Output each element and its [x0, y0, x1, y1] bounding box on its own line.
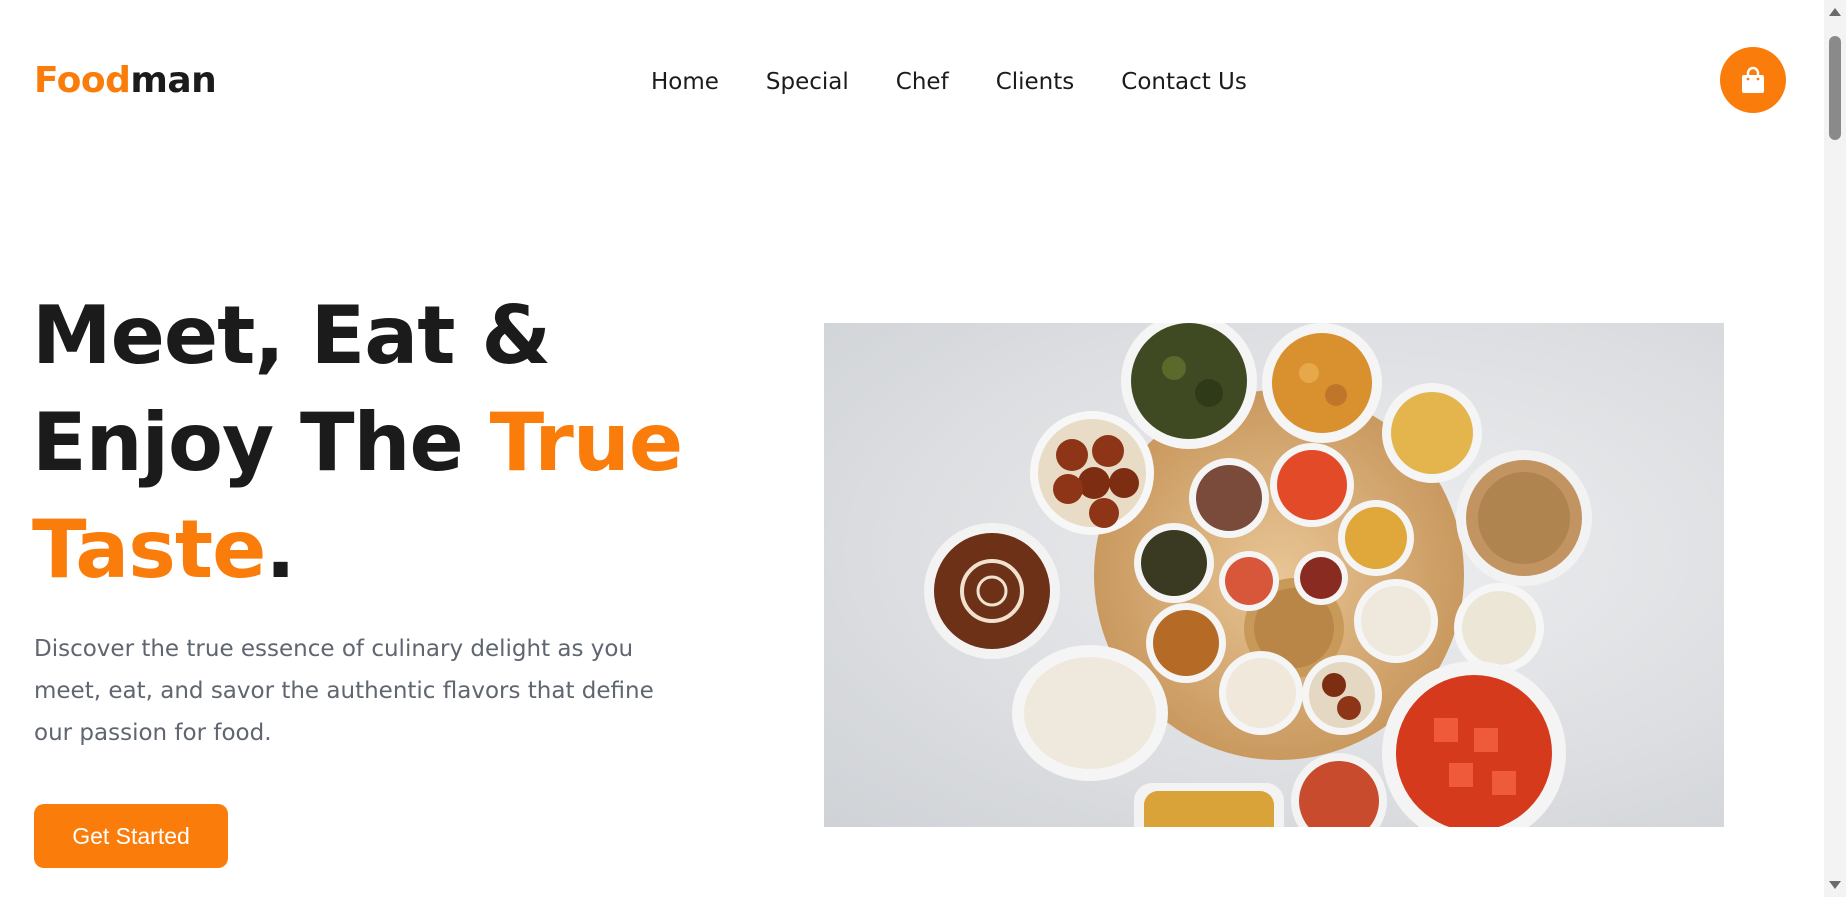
get-started-button[interactable]: Get Started	[34, 804, 228, 868]
page: Foodman Home Special Chef Clients Contac…	[0, 0, 1846, 897]
brand-logo[interactable]: Foodman	[34, 58, 217, 104]
brand-logo-rest: man	[130, 60, 217, 101]
cart-button[interactable]	[1720, 47, 1786, 113]
hero-description: Discover the true essence of culinary de…	[34, 636, 654, 746]
hero-title-line-1: Meet, Eat &	[32, 289, 551, 382]
hero-title-plain: Enjoy The	[32, 396, 490, 489]
nav-link-chef[interactable]: Chef	[896, 66, 949, 98]
scroll-up-arrow-icon[interactable]	[1829, 8, 1841, 16]
hero-title-line-2: Enjoy The True	[32, 389, 732, 496]
main-nav: Home Special Chef Clients Contact Us	[651, 66, 1247, 98]
scroll-down-arrow-icon[interactable]	[1829, 881, 1841, 889]
nav-link-home[interactable]: Home	[651, 66, 719, 98]
nav-link-clients[interactable]: Clients	[996, 66, 1075, 98]
nav-link-contact-us[interactable]: Contact Us	[1121, 66, 1247, 98]
hero-title-period: .	[265, 503, 295, 596]
scrollbar-thumb[interactable]	[1829, 36, 1841, 140]
shopping-bag-icon	[1742, 66, 1764, 93]
navbar: Foodman Home Special Chef Clients Contac…	[0, 0, 1824, 164]
thali-platter-image	[824, 323, 1724, 827]
hero-title: Meet, Eat & Enjoy The True Taste.	[32, 282, 732, 603]
nav-link-special[interactable]: Special	[766, 66, 849, 98]
hero-title-accent-true: True	[489, 396, 683, 489]
hero-title-accent-taste: Taste	[32, 503, 266, 596]
vertical-scrollbar[interactable]	[1824, 0, 1846, 897]
hero-title-line-3: Taste.	[32, 496, 732, 603]
brand-logo-accent: Food	[34, 60, 131, 101]
